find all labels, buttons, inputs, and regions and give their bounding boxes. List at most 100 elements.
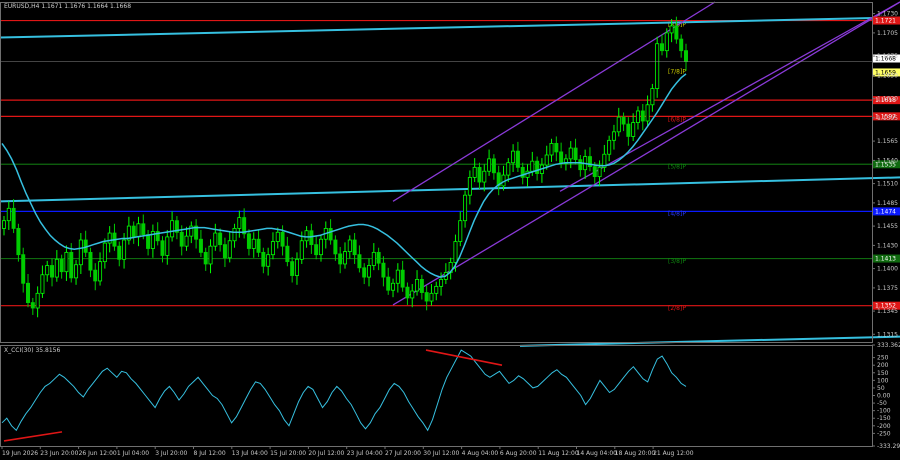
candle-body-74 xyxy=(357,254,362,269)
candle-body-132 xyxy=(635,110,640,123)
price-tick-label-3: 1.1650 xyxy=(877,72,898,79)
candle-body-57 xyxy=(275,231,280,242)
candle-body-44 xyxy=(213,232,218,247)
candle-body-99 xyxy=(477,166,482,183)
cci-tick-label-5: 50 xyxy=(877,385,885,392)
time-tick-label-13: 6 Aug 20:00 xyxy=(500,450,537,457)
time-tick-label-16: 18 Aug 20:00 xyxy=(615,450,656,457)
candle-body-29 xyxy=(141,223,146,235)
candle-body-49 xyxy=(237,217,242,229)
candle-body-18 xyxy=(88,251,93,271)
candle-body-73 xyxy=(352,239,357,256)
candle-body-83 xyxy=(400,269,405,288)
cci-tick-label-12: -333.2996 xyxy=(877,443,900,450)
candle-body-55 xyxy=(266,254,271,267)
candle-body-62 xyxy=(299,240,304,260)
time-tick-label-8: 20 Jul 12:00 xyxy=(308,450,344,457)
candle-body-129 xyxy=(621,116,626,125)
candle-body-110 xyxy=(530,160,535,172)
candle-body-54 xyxy=(261,251,266,267)
candle-body-89 xyxy=(429,292,434,302)
price-tick-label-6: 1.1565 xyxy=(877,138,898,145)
candle-body-37 xyxy=(179,231,184,247)
candle-body-70 xyxy=(338,253,343,265)
level-tag-text-5: 1.1413 xyxy=(875,256,896,263)
price-tick-label-12: 1.1400 xyxy=(877,266,898,273)
candle-body-87 xyxy=(419,279,424,293)
candle-body-24 xyxy=(117,245,122,260)
cci-header: X_CCI(30) 35.8156 xyxy=(4,347,60,354)
candle-body-65 xyxy=(314,244,319,256)
candle-body-137 xyxy=(659,43,664,52)
candle-body-2 xyxy=(11,207,16,229)
cci-tick-label-3: 150 xyxy=(877,370,889,377)
candle-body-1 xyxy=(6,207,11,222)
time-tick-label-9: 23 Jul 04:00 xyxy=(347,450,383,457)
candle-body-12 xyxy=(59,258,64,273)
cci-tick-label-6: 0.00 xyxy=(877,393,891,400)
candle-body-131 xyxy=(631,122,636,137)
chart-canvas: [8/8]P[7/8]P[6/8]P[5/8]P[4/8]P[3/8]P[2/8… xyxy=(0,0,900,460)
cci-tick-label-10: -200 xyxy=(877,423,891,430)
candle-body-127 xyxy=(611,131,616,141)
price-tick-label-2: 1.1675 xyxy=(877,53,898,60)
candle-body-95 xyxy=(458,220,463,242)
candle-body-138 xyxy=(664,32,669,52)
candle-body-52 xyxy=(251,238,256,249)
candle-body-82 xyxy=(395,269,400,284)
candle-body-113 xyxy=(544,154,549,166)
candle-body-96 xyxy=(463,194,468,222)
murray-label-5: [3/8]P xyxy=(668,258,686,265)
candle-body-53 xyxy=(256,238,261,253)
murray-label-3: [5/8]P xyxy=(668,164,686,171)
candle-body-28 xyxy=(136,223,141,238)
candle-body-9 xyxy=(45,265,50,276)
candle-body-5 xyxy=(26,282,31,303)
time-tick-label-2: 26 Jun 12:00 xyxy=(79,450,117,457)
murray-label-1: [7/8]P xyxy=(668,69,686,76)
candle-body-77 xyxy=(371,251,376,266)
candle-body-115 xyxy=(554,143,559,153)
candle-body-135 xyxy=(650,88,655,106)
candle-body-72 xyxy=(347,239,352,252)
candle-body-0 xyxy=(2,220,7,229)
candle-body-75 xyxy=(362,267,367,278)
candle-body-76 xyxy=(367,265,372,278)
candle-body-3 xyxy=(16,228,21,256)
candle-body-128 xyxy=(616,116,621,133)
candle-body-124 xyxy=(597,166,602,178)
candle-body-45 xyxy=(218,232,223,246)
candle-body-123 xyxy=(592,166,597,178)
candle-body-33 xyxy=(160,240,165,256)
time-tick-label-0: 19 Jun 2026 xyxy=(2,450,38,457)
time-tick-label-15: 14 Aug 04:00 xyxy=(577,450,618,457)
candle-body-58 xyxy=(280,231,285,247)
price-tick-label-0: 1.1730 xyxy=(877,11,898,18)
candle-body-114 xyxy=(549,143,554,156)
candle-body-81 xyxy=(391,282,396,291)
price-tick-label-11: 1.1430 xyxy=(877,242,898,249)
candle-body-105 xyxy=(506,162,511,176)
cci-tick-label-7: -50 xyxy=(877,400,887,407)
candle-body-141 xyxy=(679,38,684,52)
price-tick-label-13: 1.1375 xyxy=(877,285,898,292)
candle-body-25 xyxy=(122,239,127,260)
time-tick-label-1: 23 Jun 20:00 xyxy=(40,450,78,457)
candle-body-85 xyxy=(410,290,415,299)
cci-tick-label-2: 200 xyxy=(877,362,889,369)
candle-body-22 xyxy=(107,232,112,244)
candle-body-42 xyxy=(203,251,208,265)
candle-body-61 xyxy=(294,258,299,276)
candle-body-14 xyxy=(69,251,74,279)
time-tick-label-10: 27 Jul 20:00 xyxy=(385,450,421,457)
candle-body-38 xyxy=(184,235,189,247)
candle-body-130 xyxy=(626,123,631,137)
candle-body-64 xyxy=(309,230,314,246)
candle-body-63 xyxy=(304,230,309,242)
candle-body-34 xyxy=(165,236,170,256)
price-tick-label-5: 1.1595 xyxy=(877,115,898,122)
time-tick-label-5: 8 Jul 12:00 xyxy=(194,450,226,457)
candle-body-7 xyxy=(35,292,40,309)
candle-body-15 xyxy=(74,264,79,279)
candle-body-19 xyxy=(93,269,98,282)
